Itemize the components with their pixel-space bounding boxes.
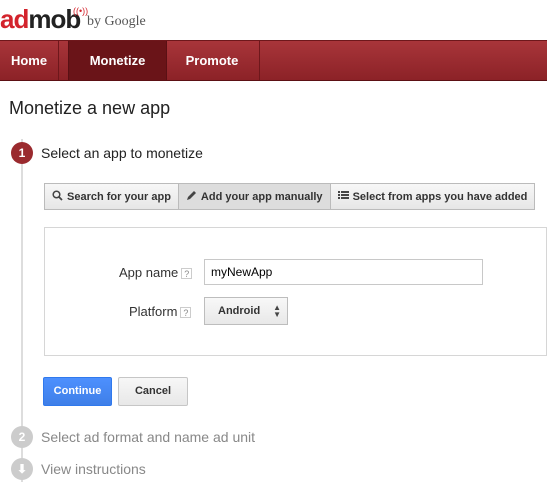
step-3-label: View instructions	[41, 461, 146, 477]
nav-monetize[interactable]: Monetize	[68, 41, 167, 80]
app-source-tabs: Search for your app Add your app manuall…	[44, 183, 536, 210]
search-icon	[52, 189, 63, 204]
download-icon: ⬇	[11, 458, 33, 480]
step-1-label: Select an app to monetize	[41, 145, 203, 161]
app-name-label: App name?	[119, 265, 193, 280]
platform-label-text: Platform	[129, 304, 178, 319]
tab-select-added[interactable]: Select from apps you have added	[330, 183, 536, 210]
platform-selected-value: Android	[218, 305, 261, 317]
app-details-panel	[44, 227, 547, 356]
logo-wordmark: admob	[0, 4, 81, 35]
step-1-badge: 1	[11, 142, 33, 164]
select-caret-icon: ▲ ▼	[273, 303, 281, 319]
signal-icon: ((•))	[73, 6, 89, 16]
tab-add-manually-label: Add your app manually	[200, 190, 323, 203]
logo-ad-text: ad	[0, 4, 29, 34]
platform-label: Platform?	[129, 304, 192, 319]
platform-help-icon[interactable]: ?	[180, 307, 192, 319]
step-2-label: Select ad format and name ad unit	[41, 429, 256, 445]
logo-byline: by Google	[87, 14, 146, 29]
nav-promote[interactable]: Promote	[165, 41, 260, 80]
app-name-input[interactable]	[204, 259, 483, 285]
nav-home[interactable]: Home	[0, 41, 59, 80]
page-title: Monetize a new app	[9, 98, 171, 118]
tab-search-app-label: Search for your app	[67, 190, 171, 203]
list-icon	[337, 190, 349, 203]
app-name-help-icon[interactable]: ?	[181, 268, 193, 280]
tab-add-manually[interactable]: Add your app manually	[178, 183, 331, 210]
tab-search-app[interactable]: Search for your app	[44, 183, 179, 210]
tab-select-added-label: Select from apps you have added	[352, 190, 528, 203]
platform-select[interactable]: Android ▲ ▼	[204, 297, 288, 325]
pencil-icon	[186, 190, 197, 204]
cancel-button[interactable]: Cancel	[118, 377, 188, 406]
admob-logo: admob ((•)) by Google	[0, 0, 547, 40]
app-name-label-text: App name	[119, 265, 179, 280]
continue-button[interactable]: Continue	[43, 377, 112, 406]
top-nav: Home Monetize Promote	[0, 40, 547, 81]
step-2-badge: 2	[11, 426, 33, 448]
